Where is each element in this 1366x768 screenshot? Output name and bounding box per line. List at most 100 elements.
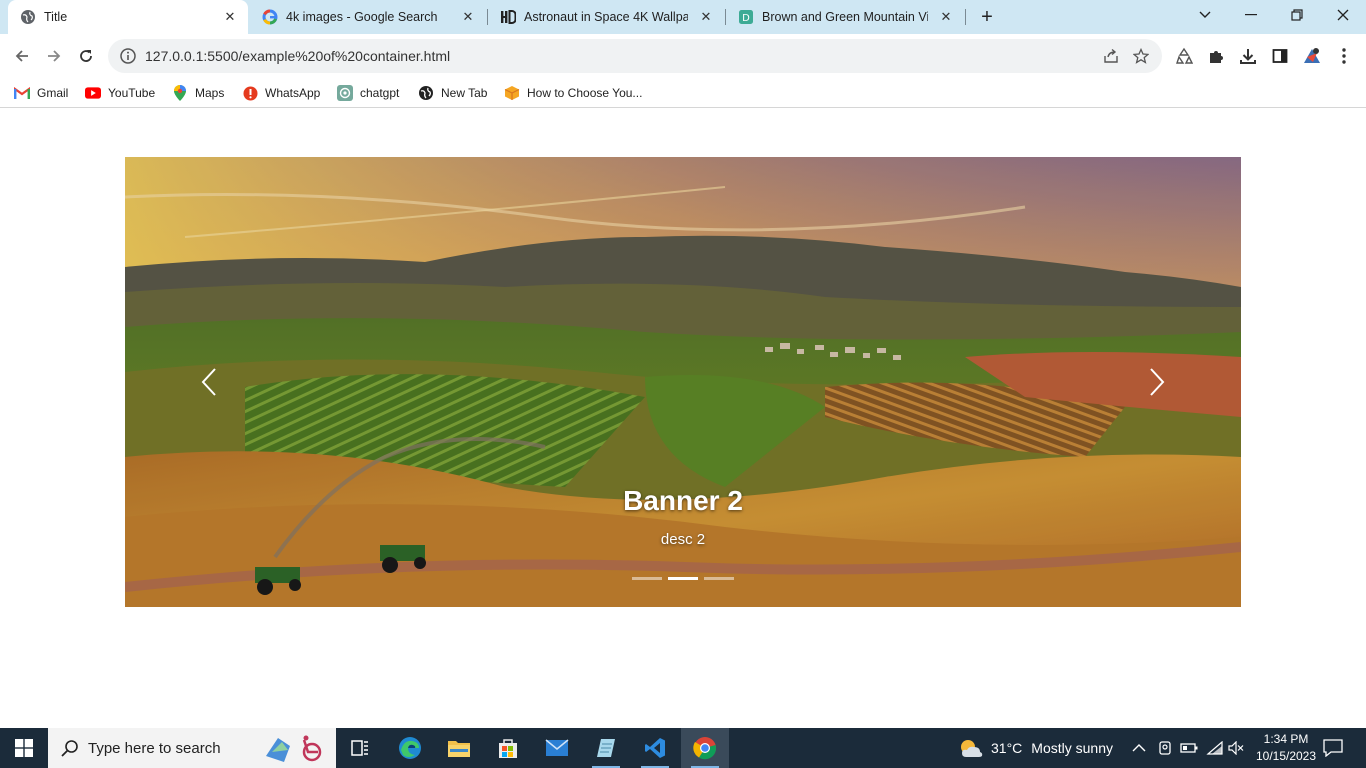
extensions-button[interactable]	[1203, 43, 1229, 69]
start-button[interactable]	[0, 728, 48, 768]
maps-icon	[172, 85, 188, 101]
bookmarks-bar: Gmail YouTube Maps WhatsApp chatgpt New …	[0, 78, 1366, 108]
restore-icon	[1291, 9, 1303, 21]
bookmark-how-to-choose[interactable]: How to Choose You...	[504, 82, 642, 104]
recycle-icon	[1176, 47, 1193, 64]
taskbar-store[interactable]	[484, 728, 532, 768]
show-hidden-icons-button[interactable]	[1132, 728, 1146, 768]
side-panel-button[interactable]	[1267, 43, 1293, 69]
close-tab-icon[interactable]: ✕	[220, 7, 240, 27]
bookmark-star-button[interactable]	[1126, 41, 1156, 71]
store-icon	[499, 739, 517, 758]
minimize-icon	[1245, 14, 1257, 16]
tab-separator	[965, 9, 966, 25]
carousel-prev-button[interactable]	[189, 367, 229, 397]
globe-icon	[418, 85, 434, 101]
weather-temp: 31°C	[991, 740, 1023, 756]
download-icon	[1240, 49, 1256, 64]
edge-icon	[399, 737, 421, 759]
box-icon	[504, 85, 520, 101]
close-tab-icon[interactable]: ✕	[696, 7, 716, 27]
extension-recycle-button[interactable]	[1171, 43, 1197, 69]
bookmark-new-tab[interactable]: New Tab	[418, 82, 487, 104]
minimize-button[interactable]	[1228, 0, 1274, 30]
battery-button[interactable]	[1180, 728, 1198, 768]
taskbar-chrome[interactable]	[681, 728, 729, 768]
taskbar-vscode[interactable]	[631, 728, 679, 768]
clock-time: 1:34 PM	[1263, 732, 1309, 746]
taskbar-edge[interactable]	[386, 728, 434, 768]
share-icon	[1104, 48, 1118, 63]
reload-icon	[80, 50, 92, 62]
forward-button[interactable]	[40, 42, 68, 70]
tab-search-button[interactable]	[1182, 0, 1228, 30]
downloads-button[interactable]	[1235, 43, 1261, 69]
profile-avatar[interactable]	[1299, 43, 1325, 69]
windows-icon	[15, 739, 33, 757]
info-icon[interactable]	[119, 47, 137, 65]
mail-icon	[545, 739, 569, 756]
menu-button[interactable]	[1331, 43, 1357, 69]
network-button[interactable]	[1206, 728, 1224, 768]
google-icon	[262, 9, 278, 25]
taskbar-mail[interactable]	[533, 728, 581, 768]
close-tab-icon[interactable]: ✕	[936, 7, 956, 27]
notes-icon	[597, 739, 615, 757]
meet-now-button[interactable]	[1157, 728, 1173, 768]
bookmark-label: WhatsApp	[265, 86, 321, 100]
search-icon	[61, 740, 78, 757]
bookmark-youtube[interactable]: YouTube	[85, 82, 155, 104]
battery-icon	[1180, 743, 1198, 753]
back-button[interactable]	[8, 42, 36, 70]
gmail-icon	[14, 85, 30, 101]
svg-text:D: D	[742, 13, 750, 24]
notification-center-button[interactable]	[1323, 728, 1343, 768]
carousel-indicator[interactable]	[704, 577, 734, 580]
bookmark-maps[interactable]: Maps	[172, 82, 224, 104]
taskbar-search[interactable]: Type here to search	[48, 728, 336, 768]
carousel-next-button[interactable]	[1137, 367, 1177, 397]
reload-button[interactable]	[72, 42, 100, 70]
tab-astronaut[interactable]: Astronaut in Space 4K Wallpape ✕	[488, 0, 724, 34]
url-text[interactable]: 127.0.0.1:5500/example%20of%20container.…	[145, 48, 1096, 64]
close-window-button[interactable]	[1320, 0, 1366, 30]
speaker-muted-icon	[1228, 741, 1244, 755]
d-icon: D	[738, 9, 754, 25]
vscode-icon	[645, 738, 665, 758]
bookmark-label: New Tab	[441, 86, 488, 100]
tab-mountain-view[interactable]: D Brown and Green Mountain View ✕	[726, 0, 964, 34]
carousel-caption-desc: desc 2	[660, 531, 706, 548]
bookmark-label: Maps	[195, 86, 225, 100]
carousel-indicator-active[interactable]	[668, 577, 698, 580]
share-button[interactable]	[1096, 41, 1126, 71]
chevron-left-icon	[201, 368, 216, 396]
weather-widget[interactable]: 31°C Mostly sunny	[958, 728, 1113, 768]
bookmark-whatsapp[interactable]: WhatsApp	[242, 82, 320, 104]
arrow-left-icon	[15, 50, 28, 62]
task-view-icon	[351, 740, 368, 756]
image-carousel: Banner 2 desc 2	[125, 157, 1241, 607]
carousel-indicator[interactable]	[632, 577, 662, 580]
weather-text: Mostly sunny	[1031, 740, 1113, 756]
notification-icon	[1323, 739, 1343, 757]
address-bar[interactable]: 127.0.0.1:5500/example%20of%20container.…	[108, 39, 1162, 73]
bookmark-label: chatgpt	[360, 86, 400, 100]
bookmark-chatgpt[interactable]: chatgpt	[337, 82, 399, 104]
volume-button[interactable]	[1228, 728, 1244, 768]
tab-label: Brown and Green Mountain View	[762, 10, 928, 24]
close-icon	[1337, 9, 1349, 21]
task-view-button[interactable]	[336, 728, 384, 768]
taskbar: Type here to search 31°C Mostly sunny 1:…	[0, 728, 1366, 768]
new-tab-button[interactable]: +	[976, 6, 998, 28]
close-tab-icon[interactable]: ✕	[458, 7, 478, 27]
hd-icon	[500, 9, 516, 25]
bookmark-gmail[interactable]: Gmail	[14, 82, 68, 104]
wifi-icon	[1206, 741, 1223, 755]
tab-google-search[interactable]: 4k images - Google Search ✕	[250, 0, 486, 34]
taskbar-clock[interactable]: 1:34 PM 10/15/2023	[1246, 731, 1326, 765]
taskbar-file-explorer[interactable]	[435, 728, 483, 768]
tab-title[interactable]: Title ✕	[8, 0, 248, 34]
restore-button[interactable]	[1274, 0, 1320, 30]
taskbar-notepad-app[interactable]	[582, 728, 630, 768]
tab-label: Title	[44, 10, 68, 24]
